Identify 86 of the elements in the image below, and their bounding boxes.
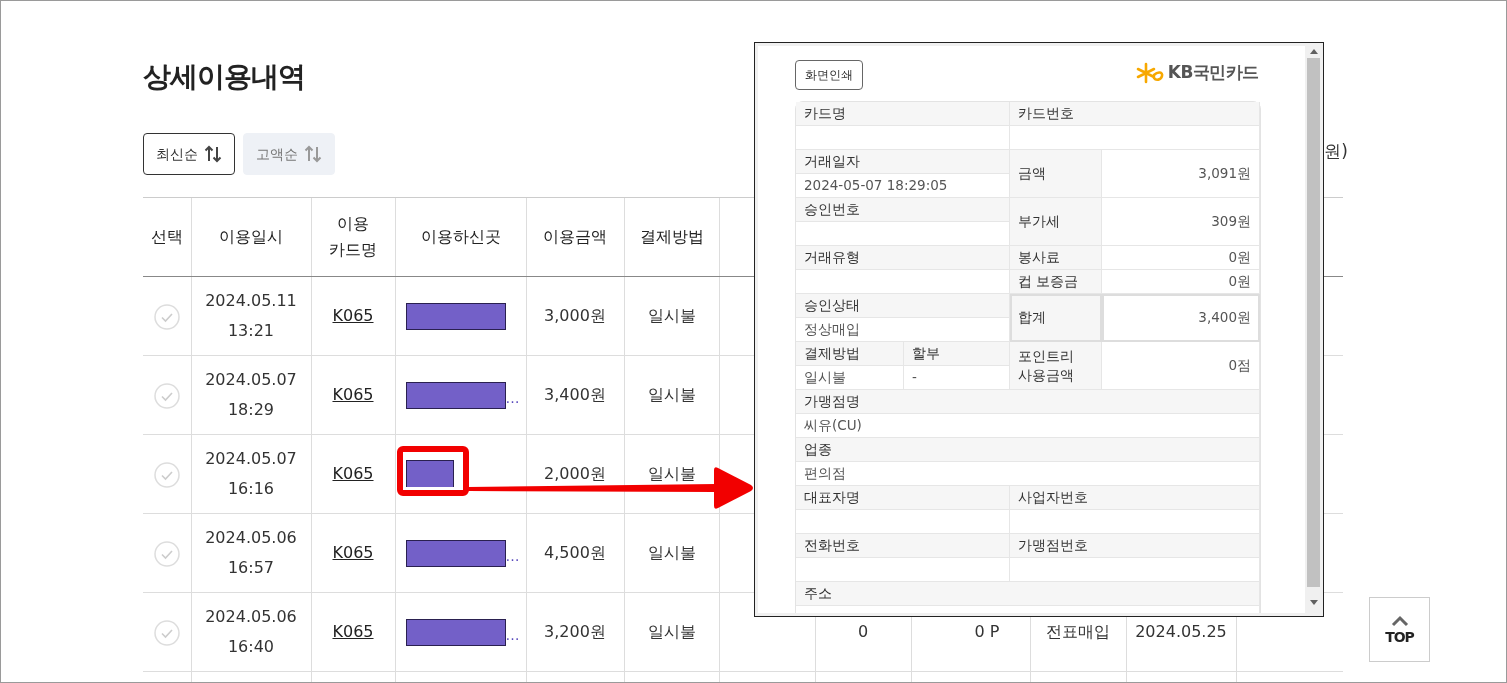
card-link[interactable]: K065 xyxy=(332,385,374,405)
detail-value: 0원 xyxy=(1102,270,1260,294)
merchant-link[interactable]: … xyxy=(505,544,520,570)
column-header: 이용하신곳 xyxy=(420,227,501,247)
merchant-link[interactable]: … xyxy=(505,623,520,649)
detail-value: 3,091원 xyxy=(1102,150,1260,198)
detail-value: 0원 xyxy=(1102,246,1260,270)
detail-label: 카드번호 xyxy=(1010,102,1260,126)
amount: 3,400원 xyxy=(544,385,606,405)
table-cell: 2024.05.25 xyxy=(1135,622,1227,642)
detail-label: 사업자번호 xyxy=(1010,486,1260,510)
detail-label: 대표자명 xyxy=(796,486,1010,510)
detail-value: - xyxy=(904,366,1010,390)
scroll-up-icon[interactable] xyxy=(1309,48,1319,55)
detail-label: 포인트리 사용금액 xyxy=(1010,342,1102,390)
payment-method: 일시불 xyxy=(647,464,696,484)
card-link[interactable]: K065 xyxy=(332,464,374,484)
sort-button[interactable]: 고액순 xyxy=(243,133,335,175)
column-header: 이용 카드명 xyxy=(329,214,377,259)
table-cell: 전표매입 xyxy=(1046,622,1110,642)
detail-value: 씨유(CU) xyxy=(796,414,1260,438)
select-check-icon[interactable] xyxy=(153,303,180,330)
table-cell: 0 P xyxy=(974,622,1000,642)
card-link[interactable]: K065 xyxy=(332,543,374,563)
detail-label: 업종 xyxy=(796,438,1260,462)
column-header: 결제방법 xyxy=(639,227,704,247)
select-check-icon[interactable] xyxy=(153,461,180,488)
payment-method: 일시불 xyxy=(647,622,696,642)
sort-arrows-icon xyxy=(204,144,222,164)
detail-value: 정상매입 xyxy=(796,318,1010,342)
amount: 3,000원 xyxy=(544,306,606,326)
table-cell: 0 xyxy=(857,622,869,642)
detail-value: 0점 xyxy=(1102,342,1260,390)
star-icon xyxy=(1135,61,1164,84)
date-time: 2024.05.11 13:21 xyxy=(205,291,297,340)
scroll-down-icon[interactable] xyxy=(1309,599,1319,606)
detail-label: 컵 보증금 xyxy=(1010,270,1102,294)
unit-note: 원) xyxy=(1324,140,1348,164)
card-link[interactable]: K065 xyxy=(332,622,374,642)
detail-label: 전화번호 xyxy=(796,534,1010,558)
amount: 4,500원 xyxy=(544,543,606,563)
date-time: 2024.05.06 16:57 xyxy=(205,528,297,577)
date-time: 2024.05.07 16:16 xyxy=(205,449,297,498)
detail-label: 결제방법 xyxy=(796,342,904,366)
select-check-icon[interactable] xyxy=(153,540,180,567)
detail-label: 카드명 xyxy=(796,102,1010,126)
amount: 2,000원 xyxy=(544,464,606,484)
detail-label: 합계 xyxy=(1010,294,1102,342)
detail-value: 2024-05-07 18:29:05 xyxy=(796,174,1010,198)
detail-label: 가맹점명 xyxy=(796,390,1260,414)
detail-label: 가맹점번호 xyxy=(1010,534,1260,558)
detail-value: 일시불 xyxy=(796,366,904,390)
date-time: 2024.05.07 18:29 xyxy=(205,370,297,419)
column-header: 이용일시 xyxy=(219,227,283,247)
detail-label: 거래일자 xyxy=(796,150,1010,174)
detail-label: 봉사료 xyxy=(1010,246,1102,270)
detail-label: 할부 xyxy=(904,342,1010,366)
amount: 3,200원 xyxy=(544,622,606,642)
top-button[interactable]: TOP xyxy=(1369,597,1430,662)
payment-method: 일시불 xyxy=(647,385,696,405)
detail-value: 309원 xyxy=(1102,198,1260,246)
detail-label: 금액 xyxy=(1010,150,1102,198)
card-link[interactable]: K065 xyxy=(332,306,374,326)
page-title: 상세이용내역 xyxy=(143,59,305,95)
detail-value: 편의점 xyxy=(796,462,1260,486)
column-header: 이용금액 xyxy=(543,227,607,247)
select-check-icon[interactable] xyxy=(153,619,180,646)
sort-arrows-icon xyxy=(304,144,322,164)
logo-text: KB국민카드 xyxy=(1167,61,1259,84)
payment-method: 일시불 xyxy=(647,543,696,563)
payment-method: 일시불 xyxy=(647,306,696,326)
detail-label: 승인번호 xyxy=(796,198,1010,222)
merchant-link[interactable]: … xyxy=(505,386,520,412)
detail-label: 주소 xyxy=(796,582,1260,606)
detail-label: 부가세 xyxy=(1010,198,1102,246)
column-header: 선택 xyxy=(150,227,183,247)
redaction-block xyxy=(405,460,454,488)
detail-label: 거래유형 xyxy=(796,246,1010,270)
detail-value: 3,400원 xyxy=(1102,294,1260,342)
select-check-icon[interactable] xyxy=(153,382,180,409)
scroll-thumb[interactable] xyxy=(1307,58,1320,587)
print-button[interactable]: 화면인쇄 xyxy=(795,60,863,90)
date-time: 2024.05.06 16:40 xyxy=(205,607,297,656)
detail-label: 승인상태 xyxy=(796,294,1010,318)
chevron-up-icon xyxy=(1390,615,1409,627)
sort-button[interactable]: 최신순 xyxy=(143,133,235,175)
